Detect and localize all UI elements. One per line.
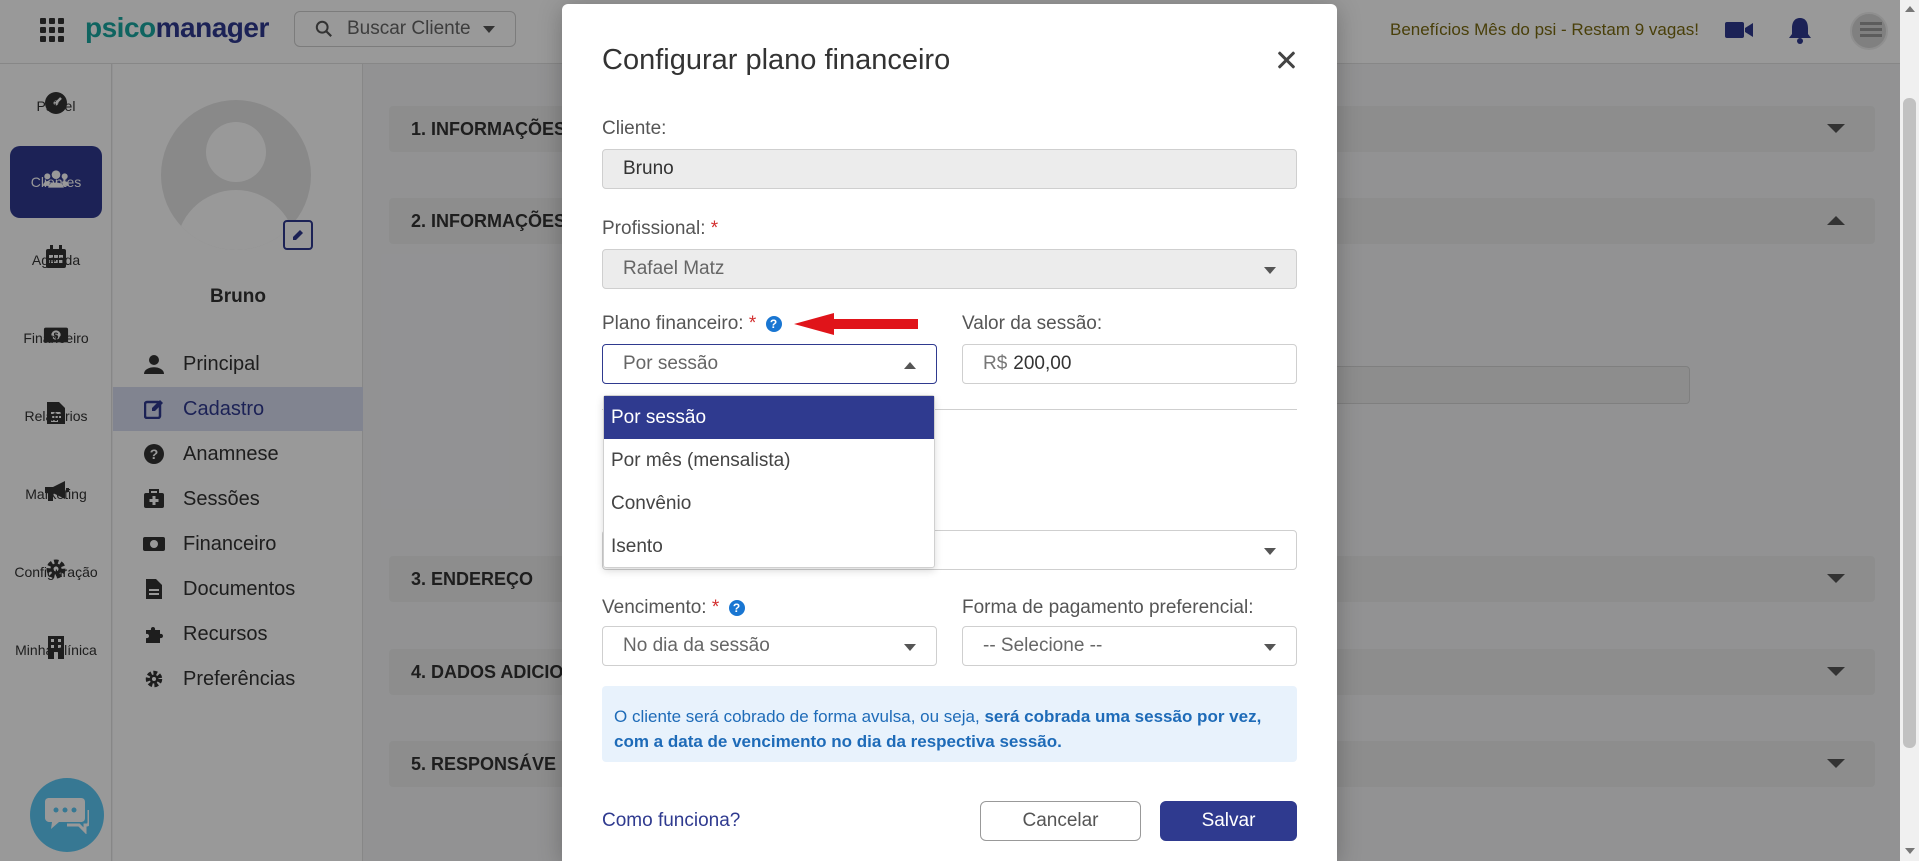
pagamento-select[interactable]: -- Selecione -- <box>962 626 1297 666</box>
plano-label: Plano financeiro: * ? <box>602 313 782 335</box>
chevron-up-icon <box>904 362 916 369</box>
cliente-field: Bruno <box>602 149 1297 189</box>
how-it-works-link[interactable]: Como funciona? <box>602 810 740 832</box>
currency-prefix: R$ <box>983 353 1008 374</box>
pagamento-label: Forma de pagamento preferencial: <box>962 597 1254 618</box>
valor-input[interactable]: R$ 200,00 <box>962 344 1297 384</box>
required-mark: * <box>748 313 757 334</box>
modal-title: Configurar plano financeiro <box>602 44 951 76</box>
financial-plan-modal: Configurar plano financeiro Cliente: Bru… <box>562 4 1337 861</box>
red-arrow-annotation <box>794 313 918 335</box>
vencimento-label: Vencimento: * ? <box>602 597 745 619</box>
required-mark: * <box>710 218 719 239</box>
help-icon[interactable]: ? <box>765 315 782 332</box>
chevron-down-icon <box>1264 548 1276 555</box>
save-button[interactable]: Salvar <box>1160 801 1297 841</box>
valor-label: Valor da sessão: <box>962 313 1103 334</box>
chevron-down-icon <box>1264 267 1276 274</box>
profissional-select[interactable]: Rafael Matz <box>602 249 1297 289</box>
profissional-label: Profissional: * <box>602 218 719 239</box>
chevron-down-icon <box>904 644 916 651</box>
required-mark: * <box>711 597 720 618</box>
vencimento-select[interactable]: No dia da sessão <box>602 626 937 666</box>
plano-dropdown-list: Por sessão Por mês (mensalista) Convênio… <box>603 395 935 568</box>
help-icon[interactable]: ? <box>728 599 745 616</box>
plano-option[interactable]: Isento <box>604 525 934 568</box>
plano-select[interactable]: Por sessão <box>602 344 937 384</box>
cancel-button[interactable]: Cancelar <box>980 801 1141 841</box>
plano-option[interactable]: Por mês (mensalista) <box>604 439 934 482</box>
page-scrollbar[interactable] <box>1900 0 1919 861</box>
plano-option[interactable]: Por sessão <box>604 396 934 439</box>
cliente-label: Cliente: <box>602 118 667 139</box>
plano-option[interactable]: Convênio <box>604 482 934 525</box>
close-icon[interactable] <box>1272 46 1300 74</box>
plan-info-box: O cliente será cobrado de forma avulsa, … <box>602 686 1297 762</box>
chevron-down-icon <box>1264 644 1276 651</box>
